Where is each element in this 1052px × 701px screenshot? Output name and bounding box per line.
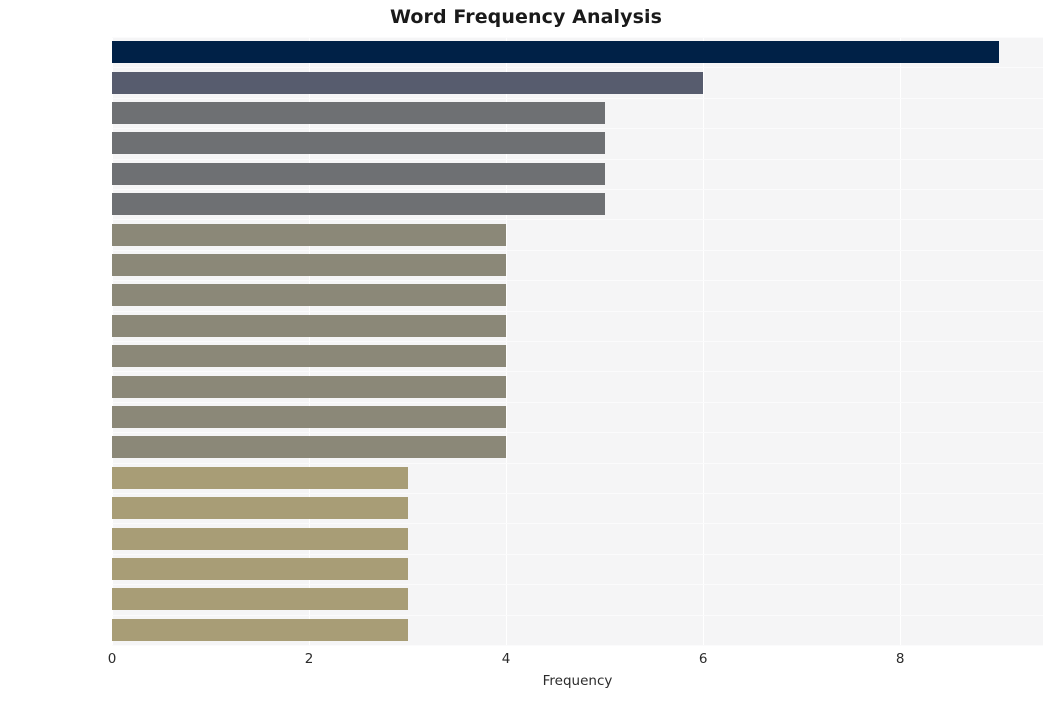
horizontal-gridline (112, 37, 1043, 38)
bar[interactable] (112, 193, 605, 216)
x-tick-label: 4 (501, 651, 511, 667)
bar[interactable] (112, 588, 408, 611)
bar-row (112, 284, 1043, 307)
bar-row (112, 345, 1043, 368)
x-tick-label: 0 (107, 651, 117, 667)
bar[interactable] (112, 527, 408, 550)
bar[interactable] (112, 375, 507, 398)
horizontal-gridline (112, 219, 1043, 221)
bar[interactable] (112, 314, 507, 337)
horizontal-gridline (112, 553, 1043, 555)
plot-area (112, 37, 1043, 646)
bar-row (112, 497, 1043, 520)
bar-row (112, 41, 1043, 64)
bar[interactable] (112, 223, 507, 246)
bar-row (112, 314, 1043, 337)
bar[interactable] (112, 558, 408, 580)
bar[interactable] (112, 41, 999, 64)
horizontal-gridline (112, 432, 1043, 434)
bar-row (112, 71, 1043, 94)
bar-row (112, 618, 1043, 641)
bar[interactable] (112, 71, 704, 94)
horizontal-gridline (112, 584, 1043, 586)
horizontal-gridline (112, 189, 1043, 190)
bar[interactable] (112, 345, 507, 368)
x-tick-label: 2 (304, 651, 314, 667)
bar[interactable] (112, 406, 507, 428)
horizontal-gridline (112, 493, 1043, 494)
bar-row (112, 223, 1043, 246)
horizontal-gridline (112, 401, 1043, 403)
horizontal-gridline (112, 310, 1043, 312)
bar[interactable] (112, 497, 408, 520)
horizontal-gridline (112, 523, 1043, 525)
horizontal-gridline (112, 462, 1043, 464)
horizontal-gridline (112, 280, 1043, 282)
horizontal-gridline (112, 341, 1043, 342)
horizontal-gridline (112, 67, 1043, 69)
horizontal-gridline (112, 249, 1043, 251)
bar-row (112, 102, 1043, 124)
bar-row (112, 466, 1043, 489)
bar[interactable] (112, 162, 605, 185)
bar-row (112, 406, 1043, 428)
bar[interactable] (112, 254, 507, 276)
bar[interactable] (112, 466, 408, 489)
bar-row (112, 436, 1043, 459)
bar-row (112, 558, 1043, 580)
chart-title: Word Frequency Analysis (389, 6, 663, 28)
bar[interactable] (112, 436, 507, 459)
horizontal-gridline (112, 614, 1043, 616)
x-tick-label: 6 (698, 651, 708, 667)
word-frequency-chart: Word Frequency Analysis humancybersecuri… (0, 0, 1052, 701)
bar[interactable] (112, 618, 408, 641)
bar-row (112, 162, 1043, 185)
bar[interactable] (112, 132, 605, 155)
x-tick-label: 8 (895, 651, 905, 667)
horizontal-gridline (112, 371, 1043, 373)
x-axis-label: Frequency (542, 673, 613, 689)
y-axis: humancybersecurityonlinetechnologyconten… (0, 37, 8, 645)
bar-row (112, 254, 1043, 276)
horizontal-gridline (112, 645, 1043, 646)
bar[interactable] (112, 284, 507, 307)
bar-row (112, 588, 1043, 611)
bar[interactable] (112, 102, 605, 124)
horizontal-gridline (112, 128, 1043, 130)
bar-row (112, 132, 1043, 155)
bar-row (112, 527, 1043, 550)
horizontal-gridline (112, 97, 1043, 99)
horizontal-gridline (112, 158, 1043, 160)
bar-row (112, 375, 1043, 398)
bar-row (112, 193, 1043, 216)
